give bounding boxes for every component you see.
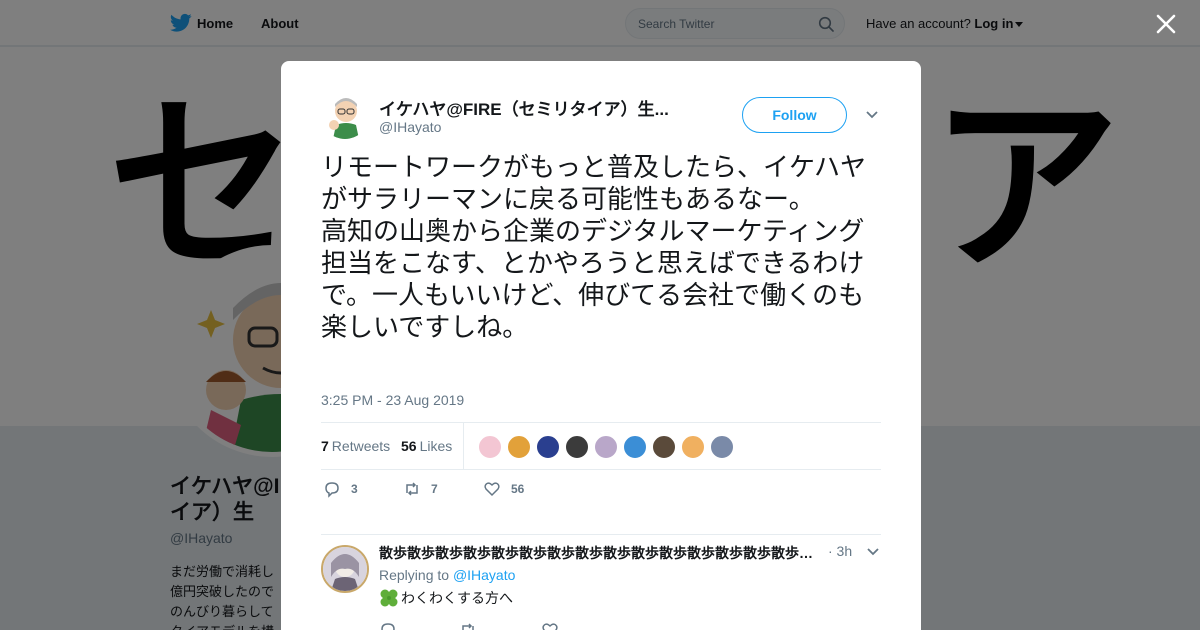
follow-button[interactable]: Follow (742, 97, 847, 133)
retweet-count: 7 (431, 482, 438, 496)
reply-icon[interactable] (379, 621, 397, 630)
retweet-icon (406, 482, 418, 496)
author-name[interactable]: イケハヤ@FIRE（セミリタイア）生... (379, 95, 699, 120)
like-button[interactable]: 56 (483, 480, 524, 498)
retweet-button[interactable]: 7 (403, 480, 438, 498)
liker-avatar[interactable] (681, 435, 705, 459)
likes-count: 56 (401, 438, 417, 454)
likes-label: Likes (419, 438, 453, 454)
four-leaf-clover-icon (380, 589, 398, 607)
reply-author-name[interactable]: 散歩散歩散歩散歩散歩散歩散歩散歩散歩散歩散歩散歩散歩散歩散歩散歩散歩 (379, 543, 817, 563)
liker-avatar[interactable] (478, 435, 502, 459)
liker-avatar[interactable] (565, 435, 589, 459)
author-avatar-illustration (321, 91, 369, 139)
replying-to: Replying to @IHayato (379, 567, 515, 583)
stats-divider (463, 423, 464, 470)
author-avatar[interactable] (321, 91, 369, 139)
retweets-label: Retweets (331, 438, 391, 454)
heart-icon[interactable] (541, 621, 559, 630)
retweet-icon[interactable] (459, 621, 477, 630)
liker-avatar[interactable] (623, 435, 647, 459)
reply-avatar-illustration (323, 547, 367, 591)
reply-tweet[interactable]: 散歩散歩散歩散歩散歩散歩散歩散歩散歩散歩散歩散歩散歩散歩散歩散歩散歩 · 3h … (321, 534, 881, 630)
like-count: 56 (511, 482, 525, 496)
reply-text: わくわくする方へ (401, 590, 513, 606)
retweets-stat[interactable]: 7 Retweets (321, 438, 390, 454)
likers-avatars (478, 435, 739, 459)
tweet-modal: イケハヤ@FIRE（セミリタイア）生... @IHayato Follow リモ… (281, 61, 921, 630)
tweet-timestamp[interactable]: 3:25 PM - 23 Aug 2019 (321, 392, 464, 408)
liker-avatar[interactable] (536, 435, 560, 459)
liker-avatar[interactable] (710, 435, 734, 459)
close-icon[interactable] (1152, 10, 1180, 38)
reply-time[interactable]: · 3h (828, 543, 852, 559)
tweet-stats: 7 Retweets 56 Likes (321, 422, 881, 470)
chevron-down-icon[interactable] (867, 548, 879, 556)
reply-avatar[interactable] (321, 545, 369, 593)
tweet-text: リモートワークがもっと普及したら、イケハヤがサラリーマンに戻る可能性もあるなー。… (321, 153, 866, 343)
reply-icon (325, 482, 339, 498)
liker-avatar[interactable] (594, 435, 618, 459)
chevron-down-icon[interactable] (866, 111, 878, 119)
liker-avatar[interactable] (652, 435, 676, 459)
replying-prefix: Replying to (379, 567, 450, 583)
reply-count: 3 (351, 482, 358, 496)
likes-stat[interactable]: 56 Likes (401, 438, 452, 454)
reply-button[interactable]: 3 (323, 480, 358, 498)
replying-handle-link[interactable]: @IHayato (453, 567, 515, 583)
heart-icon (484, 482, 500, 497)
reply-text-row: わくわくする方へ (379, 588, 513, 608)
reply-actions (379, 621, 679, 630)
retweets-count: 7 (321, 438, 329, 454)
tweet-actions: 3 7 56 (321, 480, 881, 502)
author-handle[interactable]: @IHayato (379, 119, 441, 135)
liker-avatar[interactable] (507, 435, 531, 459)
